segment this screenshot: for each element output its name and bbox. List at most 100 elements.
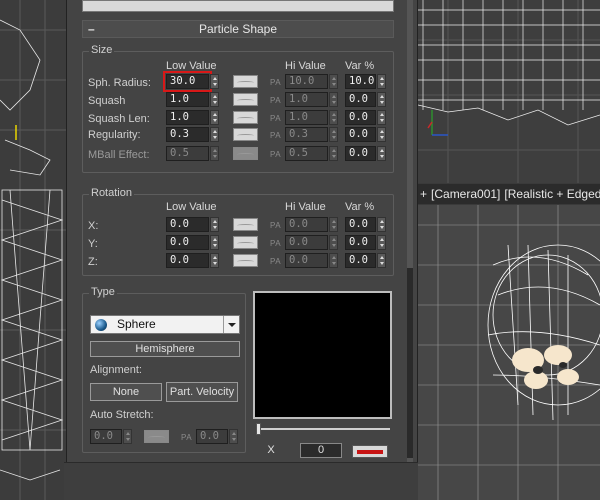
squash-len-low-field[interactable]: 1.0	[166, 110, 209, 125]
spinner-arrows-icon[interactable]	[329, 253, 338, 268]
camera-viewport[interactable]	[418, 205, 600, 500]
preview-slider-track[interactable]	[256, 428, 390, 430]
particle-shape-rollout-header[interactable]: – Particle Shape	[82, 20, 394, 38]
camera-viewport-render	[418, 205, 600, 500]
spinner-arrows-icon[interactable]	[329, 110, 338, 125]
squash-len-hi-field[interactable]: 1.0	[285, 110, 328, 125]
spinner-arrows-icon[interactable]	[210, 127, 219, 142]
squash-low-field[interactable]: 1.0	[166, 92, 209, 107]
spinner-arrows-icon[interactable]	[377, 235, 386, 250]
rotation-x-var-field[interactable]: 0.0	[345, 217, 376, 232]
rollout-title: Particle Shape	[198, 22, 278, 36]
rotation-z-hi-field[interactable]: 0.0	[285, 253, 328, 268]
mball-var-field[interactable]: 0.0	[345, 146, 376, 161]
auto-stretch-curve-button[interactable]	[144, 430, 169, 443]
preview-x-button[interactable]: X	[256, 443, 286, 458]
preview-frame-field[interactable]: 0	[300, 443, 342, 458]
rotation-y-curve-button[interactable]	[233, 236, 258, 249]
sph-radius-curve-button[interactable]	[233, 75, 258, 88]
viewport-camera-label[interactable]: [Camera001]	[431, 187, 500, 201]
spinner-arrows-icon[interactable]	[329, 74, 338, 89]
sph-radius-low-field[interactable]: 30.0	[163, 71, 212, 92]
spinner-arrows-icon[interactable]	[377, 217, 386, 232]
left-viewport[interactable]	[0, 0, 66, 500]
auto-stretch-hi-field[interactable]: 0.0	[196, 429, 228, 444]
squash-curve-button[interactable]	[233, 93, 258, 106]
viewport-plus-menu[interactable]: +	[420, 187, 427, 201]
spinner-arrows-icon[interactable]	[229, 429, 238, 444]
sph-radius-hi-field[interactable]: 10.0	[285, 74, 328, 89]
panel-scrollbar[interactable]	[407, 0, 413, 465]
size-group-label: Size	[89, 44, 115, 56]
rotation-y-var-field[interactable]: 0.0	[345, 235, 376, 250]
rotation-y-hi-field[interactable]: 0.0	[285, 235, 328, 250]
spinner-arrows-icon[interactable]	[210, 146, 219, 161]
rotation-x-curve-button[interactable]	[233, 218, 258, 231]
spinner-arrows-icon[interactable]	[377, 253, 386, 268]
spinner-arrows-icon[interactable]	[329, 127, 338, 142]
regularity-curve-button[interactable]	[233, 128, 258, 141]
spinner-arrows-icon[interactable]	[210, 110, 219, 125]
spinner-arrows-icon[interactable]	[210, 74, 219, 89]
preview-slider-thumb[interactable]	[256, 423, 261, 435]
pa-label: PA	[270, 257, 282, 266]
preview-color-swatch[interactable]	[352, 445, 388, 458]
rotation-group-label: Rotation	[89, 187, 134, 199]
left-viewport-wireframe	[0, 0, 66, 500]
shape-type-dropdown[interactable]: Sphere	[90, 315, 240, 334]
viewport-shading-label[interactable]: [Realistic + Edged F	[504, 187, 600, 201]
pa-label: PA	[270, 150, 282, 159]
sph-radius-var-field[interactable]: 10.0	[345, 74, 376, 89]
regularity-hi-field[interactable]: 0.3	[285, 127, 328, 142]
squash-len-var-field[interactable]: 0.0	[345, 110, 376, 125]
spinner-arrows-icon[interactable]	[377, 127, 386, 142]
pa-label: PA	[181, 433, 193, 442]
rotation-z-low-field[interactable]: 0.0	[166, 253, 209, 268]
top-right-viewport[interactable]	[418, 0, 600, 183]
spinner-arrows-icon[interactable]	[123, 429, 132, 444]
spinner-arrows-icon[interactable]	[377, 92, 386, 107]
rotation-low-header: Low Value	[166, 201, 217, 213]
squash-len-curve-button[interactable]	[233, 111, 258, 124]
pa-label: PA	[270, 114, 282, 123]
mball-curve-button[interactable]	[233, 147, 258, 160]
mball-hi-field[interactable]: 0.5	[285, 146, 328, 161]
spinner-arrows-icon[interactable]	[377, 74, 386, 89]
alignment-none-button[interactable]: None	[90, 383, 162, 401]
mball-low-field[interactable]: 0.5	[166, 146, 209, 161]
spinner-arrows-icon[interactable]	[377, 110, 386, 125]
rotation-x-label: X:	[88, 220, 99, 232]
alignment-label: Alignment:	[90, 364, 142, 376]
rotation-z-curve-button[interactable]	[233, 254, 258, 267]
squash-label: Squash	[88, 95, 126, 107]
auto-stretch-label: Auto Stretch:	[90, 409, 154, 421]
rotation-y-label: Y:	[88, 238, 98, 250]
rotation-x-low-field[interactable]: 0.0	[166, 217, 209, 232]
sph-radius-label: Sph. Radius:	[88, 77, 151, 89]
scrollbar-thumb[interactable]	[407, 268, 413, 458]
spinner-arrows-icon[interactable]	[210, 253, 219, 268]
spinner-arrows-icon[interactable]	[210, 235, 219, 250]
part-velocity-button[interactable]: Part. Velocity	[166, 382, 238, 402]
auto-stretch-low-field[interactable]: 0.0	[90, 429, 122, 444]
regularity-var-field[interactable]: 0.0	[345, 127, 376, 142]
squash-hi-field[interactable]: 1.0	[285, 92, 328, 107]
spinner-arrows-icon[interactable]	[329, 92, 338, 107]
hemisphere-button[interactable]: Hemisphere	[90, 341, 240, 357]
viewport-label-bar[interactable]: + [Camera001] [Realistic + Edged F	[418, 184, 600, 204]
regularity-low-field[interactable]: 0.3	[166, 127, 209, 142]
squash-len-label: Squash Len:	[88, 113, 150, 125]
spinner-arrows-icon[interactable]	[210, 217, 219, 232]
rotation-y-low-field[interactable]: 0.0	[166, 235, 209, 250]
rotation-z-var-field[interactable]: 0.0	[345, 253, 376, 268]
squash-var-field[interactable]: 0.0	[345, 92, 376, 107]
pa-label: PA	[270, 78, 282, 87]
spinner-arrows-icon[interactable]	[329, 146, 338, 161]
chevron-down-icon[interactable]	[223, 316, 239, 333]
rotation-x-hi-field[interactable]: 0.0	[285, 217, 328, 232]
spinner-arrows-icon[interactable]	[329, 217, 338, 232]
panel-bottom-bar	[64, 462, 418, 500]
spinner-arrows-icon[interactable]	[329, 235, 338, 250]
spinner-arrows-icon[interactable]	[377, 146, 386, 161]
spinner-arrows-icon[interactable]	[210, 92, 219, 107]
